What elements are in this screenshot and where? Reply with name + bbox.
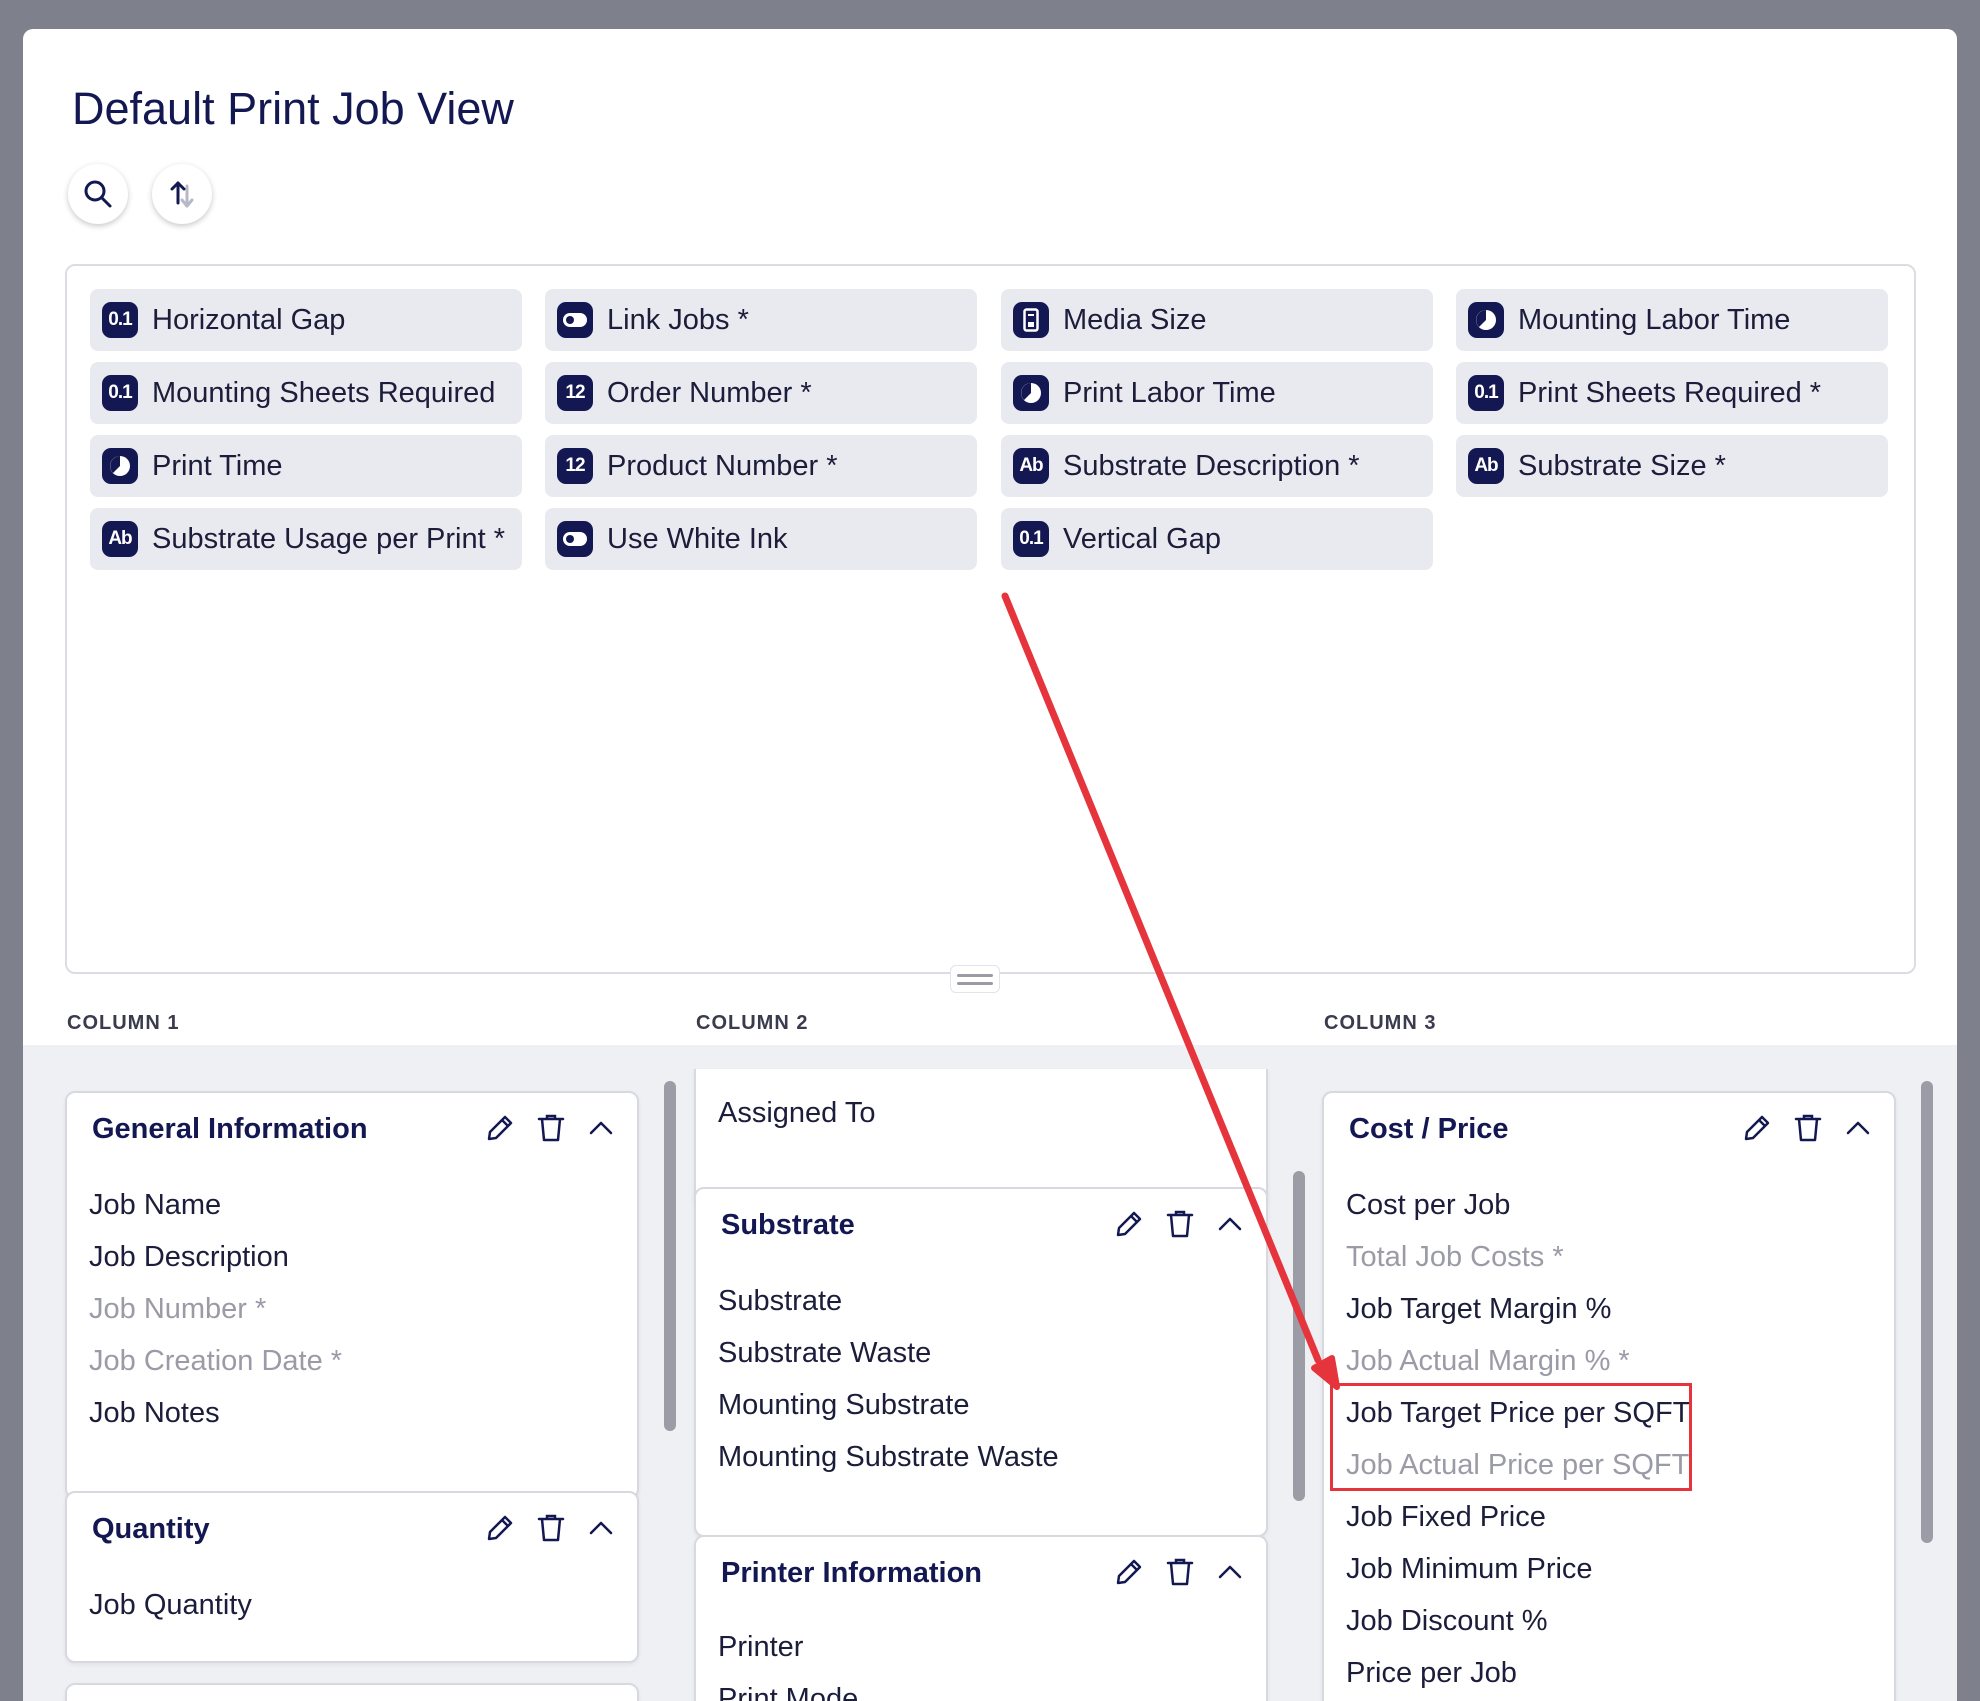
- annotation-arrow: [1001, 592, 1340, 1390]
